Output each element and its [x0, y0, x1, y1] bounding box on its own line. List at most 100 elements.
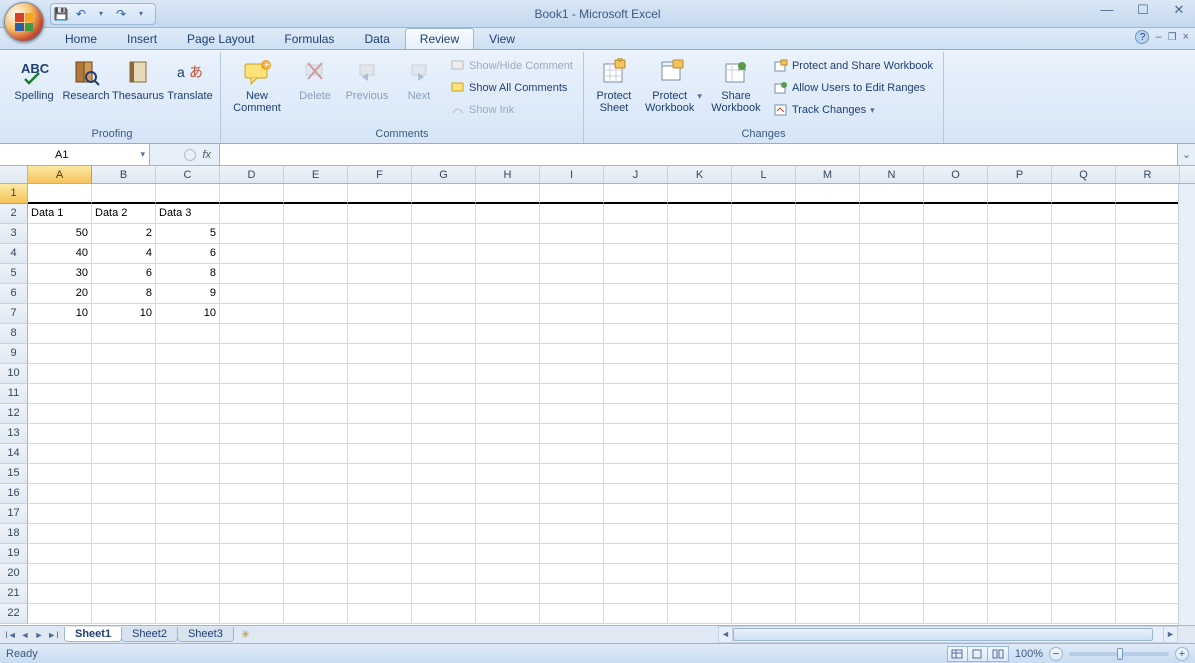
undo-icon[interactable]: ↶	[73, 6, 89, 22]
cell[interactable]	[476, 244, 540, 264]
cell[interactable]	[156, 364, 220, 384]
cell[interactable]	[988, 604, 1052, 624]
cell[interactable]: 6	[156, 244, 220, 264]
cell[interactable]	[28, 484, 92, 504]
cell[interactable]	[540, 264, 604, 284]
cell[interactable]: 2	[92, 224, 156, 244]
cell[interactable]	[1052, 404, 1116, 424]
cell[interactable]	[860, 584, 924, 604]
row-header[interactable]: 11	[0, 384, 28, 404]
cell[interactable]	[1116, 424, 1180, 444]
row-header[interactable]: 19	[0, 544, 28, 564]
sheet-tab-2[interactable]: Sheet2	[121, 627, 178, 642]
cell[interactable]	[732, 584, 796, 604]
cell[interactable]	[796, 564, 860, 584]
cell[interactable]	[1052, 524, 1116, 544]
cell[interactable]	[988, 204, 1052, 224]
cell[interactable]	[860, 484, 924, 504]
cell[interactable]	[668, 364, 732, 384]
sheet-nav-next-icon[interactable]: ►	[32, 630, 46, 640]
cell[interactable]	[988, 584, 1052, 604]
cell[interactable]	[476, 224, 540, 244]
tab-data[interactable]: Data	[349, 28, 404, 49]
cell[interactable]	[796, 504, 860, 524]
cell[interactable]	[28, 464, 92, 484]
cell[interactable]	[156, 484, 220, 504]
cell[interactable]	[924, 284, 988, 304]
tab-insert[interactable]: Insert	[112, 28, 172, 49]
view-page-break-icon[interactable]	[988, 647, 1008, 661]
column-header[interactable]: E	[284, 166, 348, 183]
cell[interactable]	[1052, 484, 1116, 504]
cell[interactable]: Data 2	[92, 204, 156, 224]
cell[interactable]	[604, 564, 668, 584]
cell[interactable]	[284, 544, 348, 564]
cell[interactable]	[1116, 604, 1180, 624]
cell[interactable]	[412, 444, 476, 464]
insert-sheet-icon[interactable]: ✳	[233, 627, 258, 642]
cell[interactable]	[92, 384, 156, 404]
allow-users-edit-button[interactable]: Allow Users to Edit Ranges	[770, 78, 937, 98]
cell[interactable]	[412, 204, 476, 224]
cell[interactable]	[476, 484, 540, 504]
cell[interactable]	[284, 604, 348, 624]
cell[interactable]	[988, 424, 1052, 444]
cell[interactable]	[476, 184, 540, 204]
cell[interactable]	[156, 584, 220, 604]
column-header[interactable]: N	[860, 166, 924, 183]
cell[interactable]	[604, 264, 668, 284]
cell[interactable]	[796, 264, 860, 284]
cell[interactable]	[92, 404, 156, 424]
cell[interactable]	[1116, 544, 1180, 564]
cell[interactable]	[92, 444, 156, 464]
cell[interactable]	[796, 544, 860, 564]
cell[interactable]	[284, 504, 348, 524]
cell[interactable]	[604, 464, 668, 484]
cell[interactable]	[156, 384, 220, 404]
spelling-button[interactable]: ABC Spelling	[10, 54, 58, 114]
cell[interactable]	[1052, 604, 1116, 624]
cell[interactable]	[732, 564, 796, 584]
cell[interactable]	[284, 424, 348, 444]
cell[interactable]	[1052, 244, 1116, 264]
cell[interactable]	[732, 204, 796, 224]
cell[interactable]	[348, 324, 412, 344]
formula-input[interactable]	[220, 144, 1177, 165]
row-header[interactable]: 22	[0, 604, 28, 624]
cell[interactable]	[220, 504, 284, 524]
cell[interactable]	[348, 384, 412, 404]
qat-customize-icon[interactable]: ▾	[133, 6, 149, 22]
cell[interactable]	[156, 324, 220, 344]
zoom-out-button[interactable]: −	[1049, 647, 1063, 661]
cell[interactable]	[476, 384, 540, 404]
cell[interactable]	[1116, 244, 1180, 264]
cell[interactable]	[860, 264, 924, 284]
cell[interactable]	[1052, 204, 1116, 224]
cell[interactable]	[412, 324, 476, 344]
minimize-button[interactable]: —	[1097, 2, 1117, 18]
cell[interactable]	[604, 544, 668, 564]
cell[interactable]	[668, 344, 732, 364]
cell[interactable]	[28, 344, 92, 364]
cell[interactable]	[924, 244, 988, 264]
cell[interactable]	[924, 544, 988, 564]
cell[interactable]	[732, 304, 796, 324]
cell[interactable]	[988, 304, 1052, 324]
row-header[interactable]: 17	[0, 504, 28, 524]
cell[interactable]	[1116, 384, 1180, 404]
cell[interactable]	[284, 304, 348, 324]
cell[interactable]	[860, 424, 924, 444]
thesaurus-button[interactable]: Thesaurus	[114, 54, 162, 114]
row-header[interactable]: 4	[0, 244, 28, 264]
cell[interactable]	[476, 204, 540, 224]
column-header[interactable]: L	[732, 166, 796, 183]
cell[interactable]	[156, 344, 220, 364]
cell[interactable]	[988, 484, 1052, 504]
cell[interactable]	[796, 404, 860, 424]
cell[interactable]	[476, 364, 540, 384]
close-button[interactable]: ✕	[1169, 2, 1189, 18]
view-normal-icon[interactable]	[948, 647, 968, 661]
cell[interactable]	[28, 324, 92, 344]
show-all-comments-button[interactable]: Show All Comments	[447, 78, 577, 98]
cell[interactable]	[1116, 504, 1180, 524]
